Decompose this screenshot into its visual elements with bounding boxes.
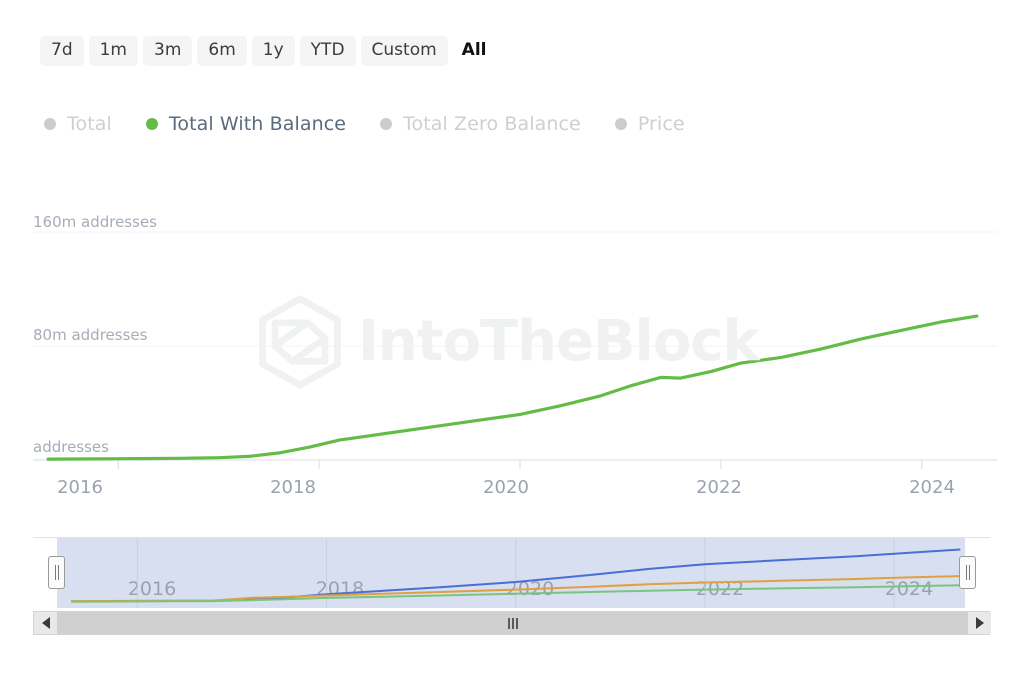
navigator-selected-region[interactable]: 2016 2018 2020 2022 2024 [57, 538, 965, 608]
range-button-6m[interactable]: 6m [197, 36, 247, 66]
legend-item-total-zero-balance[interactable]: Total Zero Balance [380, 113, 581, 135]
legend-dot-icon [380, 118, 393, 130]
legend-item-price[interactable]: Price [614, 113, 685, 135]
range-button-all[interactable]: All [453, 36, 496, 66]
navigator-handle-right[interactable] [959, 556, 976, 589]
handle-grip-line [57, 565, 59, 580]
thumb-grip-line [515, 617, 518, 629]
series-line-total-with-balance [46, 314, 979, 461]
handle-grip-line [968, 565, 970, 580]
x-axis-label-2024: 2024 [909, 477, 955, 498]
range-button-1m[interactable]: 1m [88, 36, 138, 66]
handle-grip-line [965, 565, 967, 580]
legend-item-total[interactable]: Total [44, 113, 112, 135]
chart-widget: 7d 1m 3m 6m 1y YTD Custom All Total Total With B… [0, 0, 1024, 683]
y-axis-label-0: addresses [33, 438, 109, 456]
handle-grip-line [54, 565, 56, 580]
legend-item-label: Total Zero Balance [403, 113, 581, 135]
legend-dot-icon [614, 118, 627, 130]
x-axis-label-2022: 2022 [696, 477, 742, 498]
scrollbar-thumb[interactable] [57, 612, 968, 634]
legend-item-label: Total [67, 113, 112, 135]
legend-dot-icon [44, 118, 56, 130]
chart-legend: Total Total With Balance Total Zero Balanc… [44, 113, 719, 135]
x-axis-label-2020: 2020 [483, 477, 529, 498]
scroll-left-arrow-button[interactable] [34, 612, 57, 634]
legend-item-total-with-balance[interactable]: Total With Balance [145, 113, 347, 135]
legend-item-label: Price [637, 113, 685, 135]
range-button-3m[interactable]: 3m [143, 36, 193, 66]
range-button-7d[interactable]: 7d [40, 36, 84, 66]
range-button-ytd[interactable]: YTD [299, 36, 356, 66]
navigator-series-svg [71, 538, 961, 608]
x-axis-label-2016: 2016 [57, 477, 103, 498]
scroll-right-arrow-button[interactable] [968, 612, 991, 634]
range-button-1y[interactable]: 1y [251, 36, 295, 66]
y-axis-label-80m: 80m addresses [33, 326, 148, 344]
thumb-grip-line [507, 617, 510, 629]
legend-item-label: Total With Balance [168, 113, 347, 135]
legend-dot-icon [145, 118, 158, 130]
arrow-right-icon [975, 617, 984, 629]
y-axis-label-160m: 160m addresses [33, 213, 157, 231]
thumb-grip-line [511, 617, 514, 629]
chart-navigator[interactable]: 2016 2018 2020 2022 2024 [33, 537, 990, 609]
range-button-custom[interactable]: Custom [360, 36, 448, 66]
x-axis-label-2018: 2018 [270, 477, 316, 498]
range-selector: 7d 1m 3m 6m 1y YTD Custom All [40, 36, 495, 66]
arrow-left-icon [41, 617, 50, 629]
navigator-handle-left[interactable] [48, 556, 65, 589]
horizontal-scrollbar[interactable] [33, 611, 991, 635]
